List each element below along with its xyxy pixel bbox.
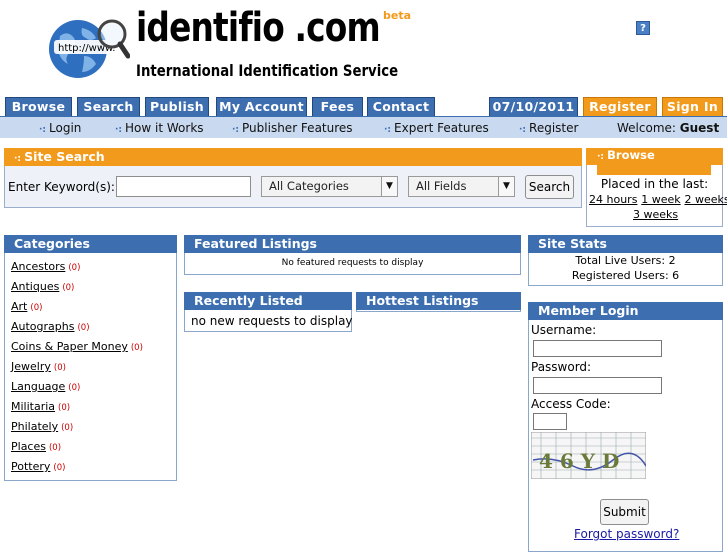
category-count: (0) (58, 403, 71, 413)
category-name: Antiques (11, 280, 60, 293)
category-name: Language (11, 380, 66, 393)
category-link[interactable]: Coins & Paper Money (0) (11, 340, 143, 353)
bullet-icon: ·: (519, 125, 527, 135)
password-label: Password: (531, 360, 592, 374)
category-link[interactable]: Antiques (0) (11, 280, 74, 293)
link-3-weeks[interactable]: 3 weeks (633, 208, 678, 221)
category-count: (0) (61, 423, 74, 433)
link-1-week[interactable]: 1 week (641, 193, 680, 206)
dropdown-arrow-icon: ▼ (381, 177, 397, 196)
tab-search[interactable]: Search (77, 97, 140, 116)
category-count: (0) (68, 263, 81, 273)
browse-requests-title-bg (597, 162, 711, 175)
subnav-expert-features[interactable]: ·: Expert Features (384, 121, 489, 135)
tagline: International Identification Service (136, 61, 399, 80)
tab-register[interactable]: Register (583, 97, 657, 116)
welcome-text: Welcome: Guest (617, 121, 720, 135)
access-code-input[interactable] (533, 413, 567, 430)
category-name: Jewelry (11, 360, 51, 373)
tab-browse[interactable]: Browse (5, 97, 72, 116)
bullet-icon: ·: (39, 125, 47, 135)
category-count: (0) (130, 343, 143, 353)
subnav-how-it-works[interactable]: ·: How it Works (115, 121, 204, 135)
category-name: Ancestors (11, 260, 66, 273)
site-stats-header: Site Stats (528, 235, 723, 253)
featured-empty-message: No featured requests to display (281, 258, 424, 268)
category-link[interactable]: Militaria (0) (11, 400, 70, 413)
category-count: (0) (62, 283, 75, 293)
category-name: Art (11, 300, 28, 313)
category-name: Philately (11, 420, 59, 433)
category-link[interactable]: Jewelry (0) (11, 360, 66, 373)
forgot-password-link[interactable]: Forgot password? (574, 527, 679, 541)
category-name: Places (11, 440, 46, 453)
placed-label: Placed in the last: (600, 177, 709, 191)
search-button[interactable]: Search (525, 175, 574, 199)
category-link[interactable]: Autographs (0) (11, 320, 90, 333)
recent-empty-message: no new requests to display (191, 314, 353, 328)
recently-listed-header: Recently Listed (184, 292, 352, 310)
hottest-listings-header: Hottest Listings (356, 292, 521, 310)
category-link[interactable]: Places (0) (11, 440, 61, 453)
bullet-icon: ·: (115, 125, 123, 135)
field-select[interactable]: All Fields ▼ (408, 176, 515, 197)
username-label: Username: (531, 323, 597, 337)
category-link[interactable]: Philately (0) (11, 420, 73, 433)
help-icon[interactable]: ? (636, 21, 650, 35)
categories-header: Categories (4, 235, 177, 253)
category-count: (0) (53, 463, 66, 473)
category-link[interactable]: Ancestors (0) (11, 260, 80, 273)
category-link[interactable]: Art (0) (11, 300, 42, 313)
beta-badge: beta (383, 9, 412, 22)
brand-name: identifio .com (136, 5, 381, 51)
captcha-image: 4 6 Y D (531, 432, 646, 479)
svg-text:4 6 Y D: 4 6 Y D (539, 449, 619, 473)
keyword-input[interactable] (116, 176, 251, 197)
category-link[interactable]: Language (0) (11, 380, 80, 393)
submit-button[interactable]: Submit (600, 499, 649, 525)
username-input[interactable] (533, 340, 662, 357)
logo-globe-icon: http://www. (49, 19, 130, 78)
subnav-publisher-features[interactable]: ·: Publisher Features (232, 121, 353, 135)
tab-contact[interactable]: Contact (367, 97, 435, 116)
category-count: (0) (48, 443, 62, 453)
category-name: Pottery (11, 460, 51, 473)
password-input[interactable] (533, 377, 662, 394)
bullet-icon: ·: (384, 125, 392, 135)
category-name: Autographs (11, 320, 75, 333)
access-code-label: Access Code: (531, 397, 611, 411)
tab-sign-in[interactable]: Sign In (662, 97, 723, 116)
site-search-header: ·: Site Search (4, 148, 582, 166)
category-name: Coins & Paper Money (11, 340, 128, 353)
bullet-icon: ·: (14, 154, 25, 164)
tab-publish[interactable]: Publish (145, 97, 209, 116)
dropdown-arrow-icon: ▼ (498, 177, 514, 196)
tab-fees[interactable]: Fees (312, 97, 363, 116)
bullet-icon: ·: (597, 152, 608, 162)
bullet-icon: ·: (232, 125, 240, 135)
category-count: (0) (77, 323, 90, 333)
featured-listings-panel: Featured Listings (184, 235, 521, 275)
hottest-listings-panel: Hottest Listings (356, 292, 521, 312)
subnav-login[interactable]: ·: Login (39, 121, 81, 135)
subnav-register[interactable]: ·: Register (519, 121, 578, 135)
keyword-label: Enter Keyword(s): (8, 180, 115, 194)
category-count: (0) (68, 383, 81, 393)
live-users-count: Total Live Users: 2 (575, 254, 676, 267)
category-count: (0) (53, 363, 66, 373)
member-login-header: Member Login (528, 302, 723, 320)
date-display: 07/10/2011 (489, 97, 578, 116)
link-2-weeks[interactable]: 2 weeks (684, 193, 727, 206)
category-name: Militaria (11, 400, 56, 413)
category-select[interactable]: All Categories ▼ (261, 176, 398, 197)
category-link[interactable]: Pottery (0) (11, 460, 65, 473)
featured-listings-header: Featured Listings (184, 235, 521, 253)
registered-users-count: Registered Users: 6 (571, 269, 680, 282)
tab-my-account[interactable]: My Account (216, 97, 307, 116)
link-24-hours[interactable]: 24 hours (589, 193, 637, 206)
category-count: (0) (30, 303, 43, 313)
